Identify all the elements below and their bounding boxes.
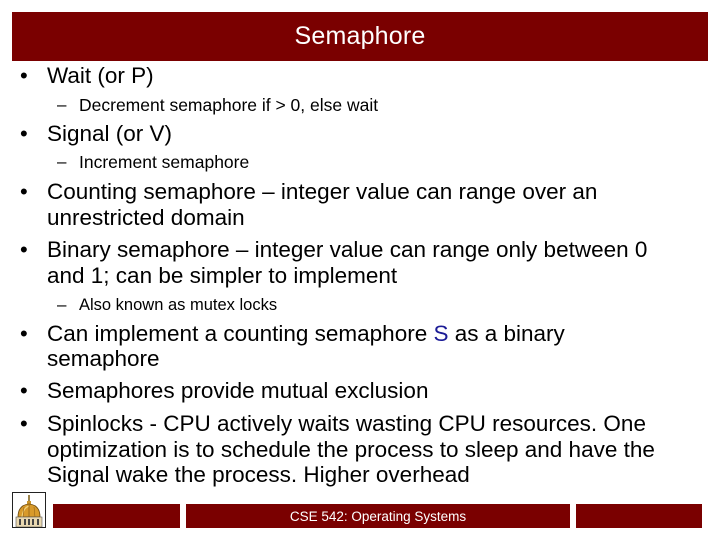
slide-title: Semaphore [294,22,426,50]
bullet-text-line: unrestricted domain [47,205,245,230]
sub-bullet-marker: – [57,152,67,171]
text-segment: Can implement a counting semaphore [47,321,434,346]
bullet-marker: • [20,378,28,403]
bullet-marker: • [20,411,28,436]
bullet-marker: • [20,63,28,88]
sub-bullet-marker: – [57,295,67,314]
sub-bullet-marker: – [57,95,67,114]
bullet-text-line: and 1; can be simpler to implement [47,263,398,288]
footer-course-title: CSE 542: Operating Systems [289,508,467,524]
bullet-marker: • [20,237,28,262]
sub-bullet-text: Decrement semaphore if > 0, else wait [79,95,379,115]
bullet-text-line: Counting semaphore – integer value can r… [47,179,598,204]
bullet-marker: • [20,179,28,204]
footer-bar-center: CSE 542: Operating Systems [186,504,570,528]
bullet-text: Semaphores provide mutual exclusion [47,378,429,403]
variable-s: S [433,321,449,346]
text-segment: as a binary [448,321,565,346]
sub-bullet-text: Increment semaphore [79,152,250,172]
bullet-marker: • [20,121,28,146]
bullet-text-line: optimization is to schedule the process … [47,437,655,462]
bullet-text: Wait (or P) [47,63,154,88]
bullet-text-line: Spinlocks - CPU actively waits wasting C… [47,411,646,436]
bullet-text: Signal (or V) [47,121,173,146]
title-bar: Semaphore [12,12,708,61]
bullet-text-line: Binary semaphore – integer value can ran… [47,237,648,262]
dome-logo-icon [12,492,46,528]
sub-bullet-text: Also known as mutex locks [79,296,278,314]
footer-bar-left [53,504,180,528]
bullet-text-line: Can implement a counting semaphore S as … [47,321,712,347]
footer-bar-right [576,504,702,528]
bullet-marker: • [20,321,28,346]
bullet-text-line: Signal wake the process. Higher overhead [47,462,470,487]
bullet-text-line: semaphore [47,346,160,371]
